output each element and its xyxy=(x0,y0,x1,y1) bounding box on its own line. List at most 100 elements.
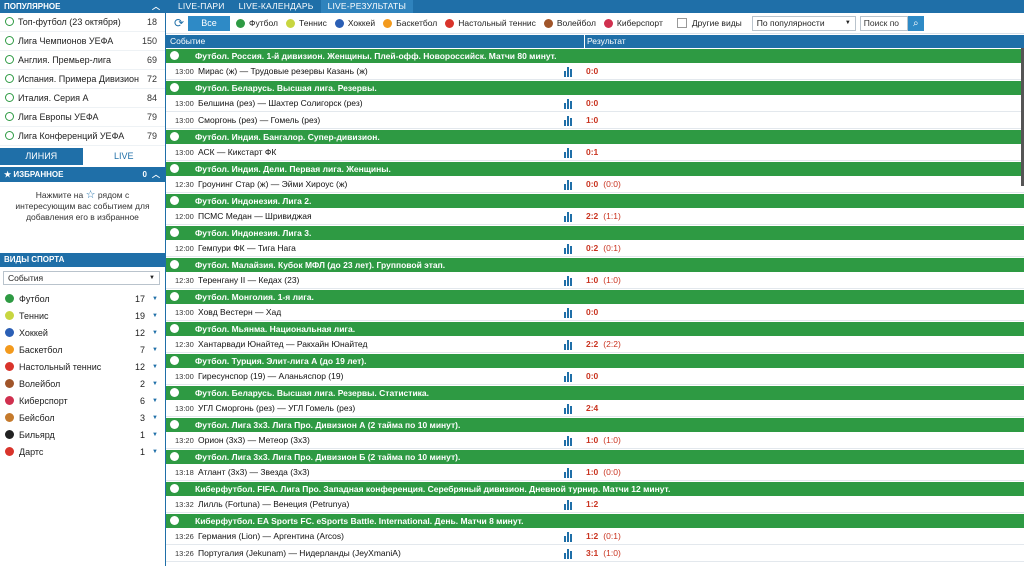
statistics-icon[interactable] xyxy=(564,338,586,350)
chevron-down-icon[interactable]: ▼ xyxy=(152,342,158,359)
statistics-icon[interactable] xyxy=(564,97,586,109)
popular-item[interactable]: Англия. Премьер-лига 69 xyxy=(0,51,165,70)
popular-item[interactable]: Лига Конференций УЕФА 79 xyxy=(0,127,165,146)
tab-live[interactable]: LIVE xyxy=(82,148,165,165)
match-row[interactable]: 13:20 Орион (3х3) — Метеор (3х3) 1:0 (1:0) xyxy=(166,432,1024,449)
popular-item[interactable]: Италия. Серия А 84 xyxy=(0,89,165,108)
filter-sport[interactable]: Киберспорт xyxy=(603,18,663,28)
sport-item[interactable]: Настольный теннис 12 ▼ xyxy=(0,359,165,376)
filter-sport[interactable]: Футбол xyxy=(236,18,278,28)
popular-item[interactable]: Лига Чемпионов УЕФА 150 xyxy=(0,32,165,51)
sports-select[interactable]: События ▼ xyxy=(3,271,160,285)
league-header[interactable]: Футбол. Индонезия. Лига 2. xyxy=(166,193,1024,208)
statistics-icon[interactable] xyxy=(564,242,586,254)
match-row[interactable]: 13:32 Лилль (Fortuna) — Венеция (Petrunya… xyxy=(166,496,1024,513)
league-header[interactable]: Футбол. Турция. Элит-лига А (до 19 лет). xyxy=(166,353,1024,368)
filter-sport[interactable]: Хоккей xyxy=(334,18,375,28)
statistics-icon[interactable] xyxy=(564,274,586,286)
sport-item[interactable]: Теннис 19 ▼ xyxy=(0,308,165,325)
search-icon[interactable]: ⌕ xyxy=(907,15,924,31)
match-row[interactable]: 13:00 Сморгонь (рез) — Гомель (рез) 1:0 xyxy=(166,112,1024,129)
chevron-down-icon[interactable]: ▼ xyxy=(152,359,158,376)
popular-header[interactable]: ПОПУЛЯРНОЕ ︿ xyxy=(0,0,165,13)
statistics-icon[interactable] xyxy=(564,547,586,559)
chevron-down-icon[interactable]: ▼ xyxy=(152,393,158,410)
league-header[interactable]: Футбол. Мьянма. Национальная лига. xyxy=(166,321,1024,336)
league-header[interactable]: Футбол. Индия. Бангалор. Супер-дивизион. xyxy=(166,129,1024,144)
match-row[interactable]: 13:26 Португалия (Jekunam) — Нидерланды (… xyxy=(166,545,1024,562)
top-tab[interactable]: LIVE-КАЛЕНДАРЬ xyxy=(232,0,321,13)
chevron-down-icon[interactable]: ▼ xyxy=(152,410,158,427)
chevron-down-icon[interactable]: ▼ xyxy=(152,291,158,308)
chevron-down-icon[interactable]: ▼ xyxy=(152,308,158,325)
sport-item[interactable]: Футбол 17 ▼ xyxy=(0,291,165,308)
sport-item[interactable]: Бейсбол 3 ▼ xyxy=(0,410,165,427)
match-row[interactable]: 13:00 Мирас (ж) — Трудовые резервы Казань… xyxy=(166,63,1024,80)
popular-item[interactable]: Испания. Примера Дивизион 72 xyxy=(0,70,165,89)
league-header[interactable]: Футбол. Индия. Дели. Первая лига. Женщин… xyxy=(166,161,1024,176)
match-row[interactable]: 12:30 Гроунинг Стар (ж) — Эйми Хироус (ж)… xyxy=(166,176,1024,193)
filter-sport[interactable]: Волейбол xyxy=(543,18,596,28)
sort-select[interactable]: По популярности ▼ xyxy=(751,15,856,31)
league-header[interactable]: Футбол. Россия. 1-й дивизион. Женщины. П… xyxy=(166,48,1024,63)
statistics-icon[interactable] xyxy=(564,306,586,318)
league-header[interactable]: Футбол. Беларусь. Высшая лига. Резервы. xyxy=(166,80,1024,95)
league-header[interactable]: Футбол. Монголия. 1-я лига. xyxy=(166,289,1024,304)
statistics-icon[interactable] xyxy=(564,178,586,190)
top-tab[interactable]: LIVE-РЕЗУЛЬТАТЫ xyxy=(320,0,414,13)
match-row[interactable]: 13:18 Атлант (3х3) — Звезда (3х3) 1:0 (0:0) xyxy=(166,464,1024,481)
league-header[interactable]: Футбол. Малайзия. Кубок МФЛ (до 23 лет).… xyxy=(166,257,1024,272)
match-row[interactable]: 13:00 УГЛ Сморгонь (рез) — УГЛ Гомель (ре… xyxy=(166,400,1024,417)
sport-item[interactable]: Дартс 1 ▼ xyxy=(0,444,165,461)
statistics-icon[interactable] xyxy=(564,402,586,414)
other-sports-toggle[interactable]: Другие виды xyxy=(676,18,742,28)
statistics-icon[interactable] xyxy=(564,498,586,510)
match-row[interactable]: 12:00 ПСМС Медан — Шривиджая 2:2 (1:1) xyxy=(166,208,1024,225)
match-row[interactable]: 12:30 Теренгану II — Кедах (23) 1:0 (1:0) xyxy=(166,272,1024,289)
match-row[interactable]: 12:00 Гемпури ФК — Тига Нага 0:2 (0:1) xyxy=(166,240,1024,257)
league-header[interactable]: Киберфутбол. FIFA. Лига Про. Западная ко… xyxy=(166,481,1024,496)
match-row[interactable]: 13:00 Гиресунспор (19) — Аланьяспор (19) 0… xyxy=(166,368,1024,385)
statistics-icon[interactable] xyxy=(564,146,586,158)
sport-item[interactable]: Бильярд 1 ▼ xyxy=(0,427,165,444)
filter-sport[interactable]: Настольный теннис xyxy=(445,18,536,28)
filter-sport[interactable]: Баскетбол xyxy=(383,18,437,28)
other-sports-checkbox[interactable] xyxy=(676,18,687,28)
chevron-down-icon[interactable]: ▼ xyxy=(152,444,158,461)
refresh-icon[interactable]: ⟳ xyxy=(170,16,188,30)
league-header[interactable]: Футбол. Лига 3х3. Лига Про. Дивизион Б (… xyxy=(166,449,1024,464)
chevron-up-icon[interactable]: ︿ xyxy=(152,0,160,13)
statistics-icon[interactable] xyxy=(564,434,586,446)
favorites-header[interactable]: ★ ИЗБРАННОЕ 0 ︿ xyxy=(0,167,165,182)
top-tab[interactable]: LIVE-ПАРИ xyxy=(171,0,232,13)
chevron-down-icon[interactable]: ▼ xyxy=(152,376,158,393)
statistics-icon[interactable] xyxy=(564,114,586,126)
sport-item[interactable]: Волейбол 2 ▼ xyxy=(0,376,165,393)
chevron-up-icon[interactable]: ︿ xyxy=(152,167,160,182)
popular-item[interactable]: Топ-футбол (23 октября) 18 xyxy=(0,13,165,32)
sport-item[interactable]: Киберспорт 6 ▼ xyxy=(0,393,165,410)
tab-line[interactable]: ЛИНИЯ xyxy=(0,148,83,165)
filter-all-button[interactable]: Все xyxy=(188,15,230,31)
match-row[interactable]: 13:00 Белшина (рез) — Шахтер Солигорск (р… xyxy=(166,95,1024,112)
league-header[interactable]: Футбол. Беларусь. Высшая лига. Резервы. … xyxy=(166,385,1024,400)
popular-item[interactable]: Лига Европы УЕФА 79 xyxy=(0,108,165,127)
chevron-down-icon[interactable]: ▼ xyxy=(152,427,158,444)
match-row[interactable]: 13:00 АСК — Кикстарт ФК 0:1 xyxy=(166,144,1024,161)
league-header[interactable]: Футбол. Индонезия. Лига 3. xyxy=(166,225,1024,240)
statistics-icon[interactable] xyxy=(564,370,586,382)
statistics-icon[interactable] xyxy=(564,65,586,77)
search-input[interactable]: Поиск по xyxy=(859,15,908,31)
league-header[interactable]: Футбол. Лига 3х3. Лига Про. Дивизион А (… xyxy=(166,417,1024,432)
match-row[interactable]: 13:26 Германия (Lion) — Аргентина (Arcos)… xyxy=(166,528,1024,545)
sport-item[interactable]: Хоккей 12 ▼ xyxy=(0,325,165,342)
sport-item[interactable]: Баскетбол 7 ▼ xyxy=(0,342,165,359)
league-header[interactable]: Киберфутбол. EA Sports FC. eSports Battl… xyxy=(166,513,1024,528)
statistics-icon[interactable] xyxy=(564,466,586,478)
statistics-icon[interactable] xyxy=(564,530,586,542)
chevron-down-icon[interactable]: ▼ xyxy=(152,325,158,342)
match-row[interactable]: 13:00 Ховд Вестерн — Хад 0:0 xyxy=(166,304,1024,321)
match-row[interactable]: 12:30 Хантарвади Юнайтед — Ракхайн Юнайте… xyxy=(166,336,1024,353)
statistics-icon[interactable] xyxy=(564,210,586,222)
filter-sport[interactable]: Теннис xyxy=(285,18,327,28)
